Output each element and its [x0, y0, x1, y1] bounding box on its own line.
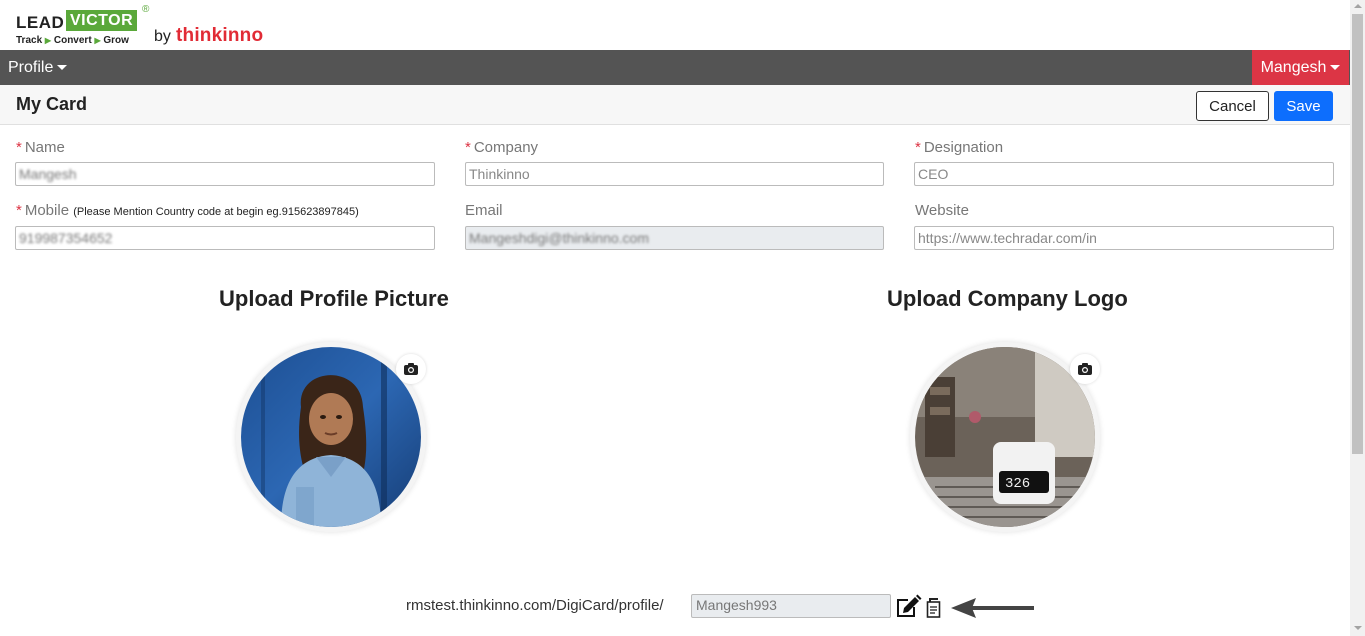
save-button[interactable]: Save	[1274, 91, 1333, 121]
mobile-label-text: Mobile	[24, 202, 70, 219]
page-title: My Card	[16, 94, 88, 114]
scrollbar-thumb[interactable]	[1352, 14, 1363, 454]
name-value: Mangesh	[19, 166, 77, 182]
profile-picture-frame[interactable]	[236, 342, 426, 532]
pointer-arrow-annotation	[950, 597, 1036, 619]
svg-text:326: 326	[1005, 476, 1030, 492]
name-field[interactable]: Mangesh	[15, 162, 435, 186]
leadvictor-logo[interactable]: LEAD VICTOR ® Track ▶ Convert ▶ Grow	[14, 4, 154, 48]
website-field[interactable]: https://www.techradar.com/in	[914, 226, 1334, 250]
company-logo: 326	[915, 347, 1095, 527]
mobile-hint: (Please Mention Country code at begin eg…	[73, 206, 359, 218]
designation-label-text: Designation	[923, 139, 1004, 156]
tagline-track: Track	[16, 35, 43, 46]
camera-icon	[404, 363, 418, 375]
logo-lead-text: LEAD	[16, 13, 65, 32]
company-field[interactable]: Thinkinno	[465, 162, 884, 186]
mobile-value: 919987354652	[19, 230, 113, 246]
tag-arrow-icon: ▶	[94, 36, 101, 45]
designation-value: CEO	[918, 166, 949, 182]
tag-arrow-icon: ▶	[44, 36, 52, 45]
email-value: Mangeshdigi@thinkinno.com	[469, 230, 649, 246]
required-mark: *	[16, 202, 22, 219]
logo-upload-camera-button[interactable]	[1070, 354, 1100, 384]
card-header: My Card Cancel Save	[0, 85, 1350, 125]
tagline-convert: Convert	[53, 35, 92, 46]
tagline-grow: Grow	[103, 35, 129, 46]
by-text: by	[154, 28, 171, 45]
profile-photo-image	[241, 347, 421, 527]
copy-url-button[interactable]	[924, 597, 944, 619]
required-mark: *	[16, 139, 22, 156]
edit-slug-button[interactable]	[894, 593, 922, 619]
name-label: * Name	[16, 139, 65, 156]
company-logo-frame[interactable]: 326	[910, 342, 1100, 532]
user-menu-toggle[interactable]: Mangesh	[1252, 50, 1349, 85]
user-menu-label: Mangesh	[1260, 59, 1327, 76]
scroll-down-icon[interactable]	[1354, 626, 1362, 630]
website-value: https://www.techradar.com/in	[918, 230, 1097, 246]
required-mark: *	[915, 139, 921, 156]
caret-down-icon	[57, 65, 68, 71]
name-label-text: Name	[24, 139, 65, 156]
designation-field[interactable]: CEO	[914, 162, 1334, 186]
caret-down-icon	[1330, 65, 1341, 71]
profile-slug-field: Mangesh993	[691, 594, 891, 618]
company-logo-image: 326	[915, 347, 1095, 527]
designation-label: * Designation	[915, 139, 1003, 156]
email-field: Mangeshdigi@thinkinno.com	[465, 226, 884, 250]
profile-url-prefix: rmstest.thinkinno.com/DigiCard/profile/	[406, 597, 664, 614]
profile-slug-value: Mangesh993	[696, 597, 777, 613]
vertical-scrollbar[interactable]	[1350, 0, 1365, 636]
brand-bar: LEAD VICTOR ® Track ▶ Convert ▶ Grow by …	[0, 0, 1350, 50]
required-mark: *	[465, 139, 471, 156]
logo-tagline: Track ▶ Convert ▶ Grow	[16, 35, 129, 46]
camera-icon	[1078, 363, 1092, 375]
scroll-up-icon[interactable]	[1354, 4, 1362, 8]
upload-logo-title: Upload Company Logo	[887, 286, 1128, 311]
profile-upload-camera-button[interactable]	[396, 354, 426, 384]
logo-registered-mark: ®	[142, 4, 150, 15]
email-label: Email	[465, 202, 503, 219]
copy-icon	[926, 598, 941, 618]
website-label: Website	[915, 202, 969, 219]
edit-icon	[897, 594, 922, 617]
company-label-text: Company	[473, 139, 539, 156]
thinkinno-logo: thinkinno	[176, 25, 264, 46]
main-navbar: Profile Mangesh	[0, 50, 1350, 85]
company-label: * Company	[465, 139, 538, 156]
profile-picture	[241, 347, 421, 527]
cancel-button[interactable]: Cancel	[1196, 91, 1269, 121]
mobile-field[interactable]: 919987354652	[15, 226, 435, 250]
left-arrow-icon	[951, 598, 1034, 618]
logo-victor-text: VICTOR	[66, 10, 138, 31]
profile-menu-toggle[interactable]: Profile	[8, 50, 68, 85]
mobile-label: * Mobile (Please Mention Country code at …	[16, 202, 359, 219]
profile-menu-label: Profile	[8, 59, 54, 76]
company-value: Thinkinno	[469, 166, 530, 182]
upload-profile-title: Upload Profile Picture	[219, 286, 449, 311]
